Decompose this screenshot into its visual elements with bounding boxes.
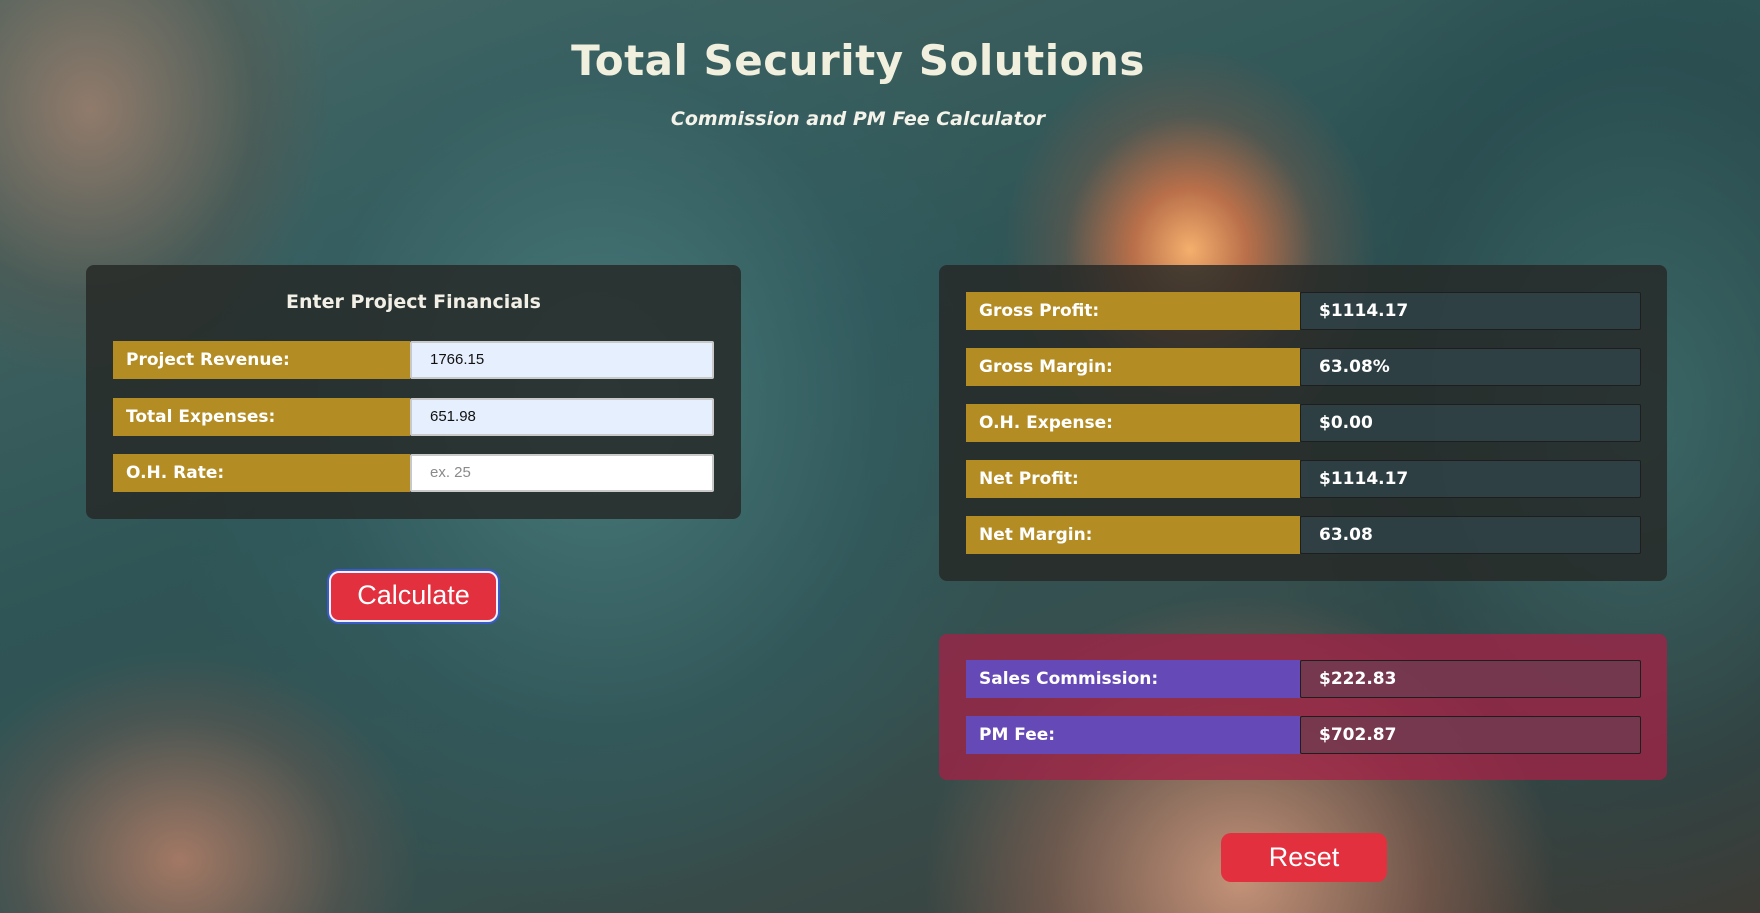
project-revenue-row: Project Revenue: 1766.15 <box>113 341 714 379</box>
total-expenses-input[interactable]: 651.98 <box>410 398 714 436</box>
page-subtitle: Commission and PM Fee Calculator <box>670 108 1046 130</box>
gross-profit-row: Gross Profit: $1114.17 <box>966 292 1641 330</box>
sales-commission-label: Sales Commission: <box>966 660 1300 698</box>
commission-panel: Sales Commission: $222.83 PM Fee: $702.8… <box>939 634 1667 780</box>
net-profit-label: Net Profit: <box>966 460 1300 498</box>
page-title: Total Security Solutions <box>571 36 1145 85</box>
oh-rate-label: O.H. Rate: <box>113 454 410 492</box>
net-margin-row: Net Margin: 63.08 <box>966 516 1641 554</box>
reset-button[interactable]: Reset <box>1221 833 1387 882</box>
net-profit-value: $1114.17 <box>1300 460 1641 498</box>
gross-margin-row: Gross Margin: 63.08% <box>966 348 1641 386</box>
results-panel: Gross Profit: $1114.17 Gross Margin: 63.… <box>939 265 1667 581</box>
gross-margin-label: Gross Margin: <box>966 348 1300 386</box>
pm-fee-row: PM Fee: $702.87 <box>966 716 1641 754</box>
oh-rate-input[interactable]: ex. 25 <box>410 454 714 492</box>
sales-commission-row: Sales Commission: $222.83 <box>966 660 1641 698</box>
oh-expense-label: O.H. Expense: <box>966 404 1300 442</box>
total-expenses-row: Total Expenses: 651.98 <box>113 398 714 436</box>
input-panel-heading: Enter Project Financials <box>286 291 541 313</box>
net-margin-value: 63.08 <box>1300 516 1641 554</box>
pm-fee-value: $702.87 <box>1300 716 1641 754</box>
project-revenue-label: Project Revenue: <box>113 341 410 379</box>
gross-margin-value: 63.08% <box>1300 348 1641 386</box>
project-revenue-input[interactable]: 1766.15 <box>410 341 714 379</box>
pm-fee-label: PM Fee: <box>966 716 1300 754</box>
gross-profit-value: $1114.17 <box>1300 292 1641 330</box>
sales-commission-value: $222.83 <box>1300 660 1641 698</box>
calculate-button[interactable]: Calculate <box>329 571 498 622</box>
gross-profit-label: Gross Profit: <box>966 292 1300 330</box>
oh-rate-row: O.H. Rate: ex. 25 <box>113 454 714 492</box>
total-expenses-label: Total Expenses: <box>113 398 410 436</box>
oh-expense-value: $0.00 <box>1300 404 1641 442</box>
input-panel: Enter Project Financials Project Revenue… <box>86 265 741 519</box>
net-profit-row: Net Profit: $1114.17 <box>966 460 1641 498</box>
net-margin-label: Net Margin: <box>966 516 1300 554</box>
oh-expense-row: O.H. Expense: $0.00 <box>966 404 1641 442</box>
